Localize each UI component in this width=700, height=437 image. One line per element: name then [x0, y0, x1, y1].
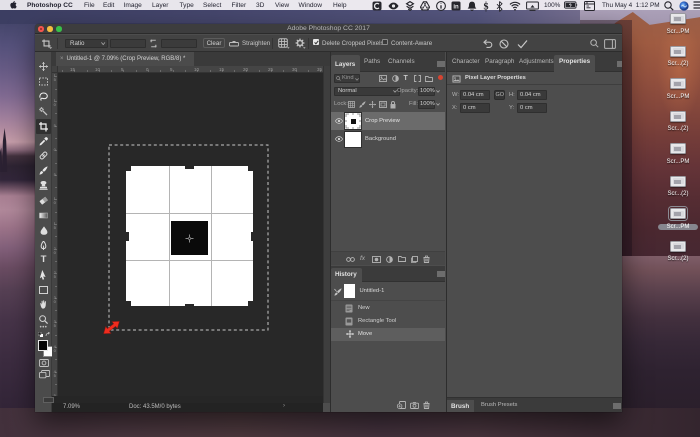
svg-text:in: in	[453, 4, 459, 10]
